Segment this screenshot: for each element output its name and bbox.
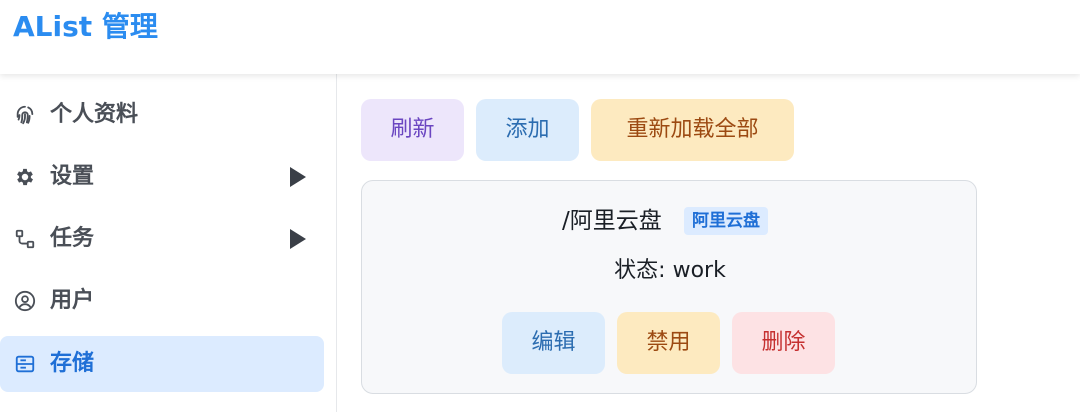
sidebar-item-users[interactable]: 用户: [0, 273, 324, 329]
gear-icon: [13, 165, 37, 189]
sidebar-item-tasks[interactable]: 任务: [0, 211, 324, 267]
disable-button[interactable]: 禁用: [617, 312, 720, 374]
storage-icon: [13, 352, 37, 376]
edit-button[interactable]: 编辑: [502, 312, 605, 374]
workflow-icon: [13, 227, 37, 251]
caret-right-icon: [290, 167, 306, 187]
sidebar-item-profile[interactable]: 个人资料: [0, 87, 324, 143]
storage-mount-path: /阿里云盘: [562, 208, 662, 234]
main-content: 刷新 添加 重新加载全部 /阿里云盘 阿里云盘 状态: work 编辑 禁用 删…: [338, 74, 1080, 412]
refresh-button[interactable]: 刷新: [361, 99, 464, 161]
reload-all-button[interactable]: 重新加载全部: [591, 99, 794, 161]
sidebar-item-storage[interactable]: 存储: [0, 336, 324, 392]
sidebar-item-label: 设置: [50, 164, 95, 189]
delete-button[interactable]: 删除: [732, 312, 835, 374]
user-circle-icon: [13, 289, 37, 313]
sidebar-item-label: 个人资料: [50, 102, 139, 127]
sidebar-item-label: 任务: [50, 226, 95, 251]
fingerprint-icon: [13, 103, 37, 127]
app-title[interactable]: AList 管理: [13, 9, 158, 45]
storage-card: /阿里云盘 阿里云盘 状态: work 编辑 禁用 删除: [361, 180, 977, 394]
sidebar: 个人资料 设置 任务 用户 存储: [0, 74, 337, 412]
app-header: AList 管理: [0, 0, 1080, 74]
caret-right-icon: [290, 229, 306, 249]
sidebar-item-settings[interactable]: 设置: [0, 149, 324, 205]
add-button[interactable]: 添加: [476, 99, 579, 161]
sidebar-item-label: 用户: [50, 288, 95, 313]
sidebar-item-label: 存储: [50, 351, 95, 376]
storage-status: 状态: work: [614, 258, 726, 283]
driver-badge: 阿里云盘: [684, 207, 768, 235]
